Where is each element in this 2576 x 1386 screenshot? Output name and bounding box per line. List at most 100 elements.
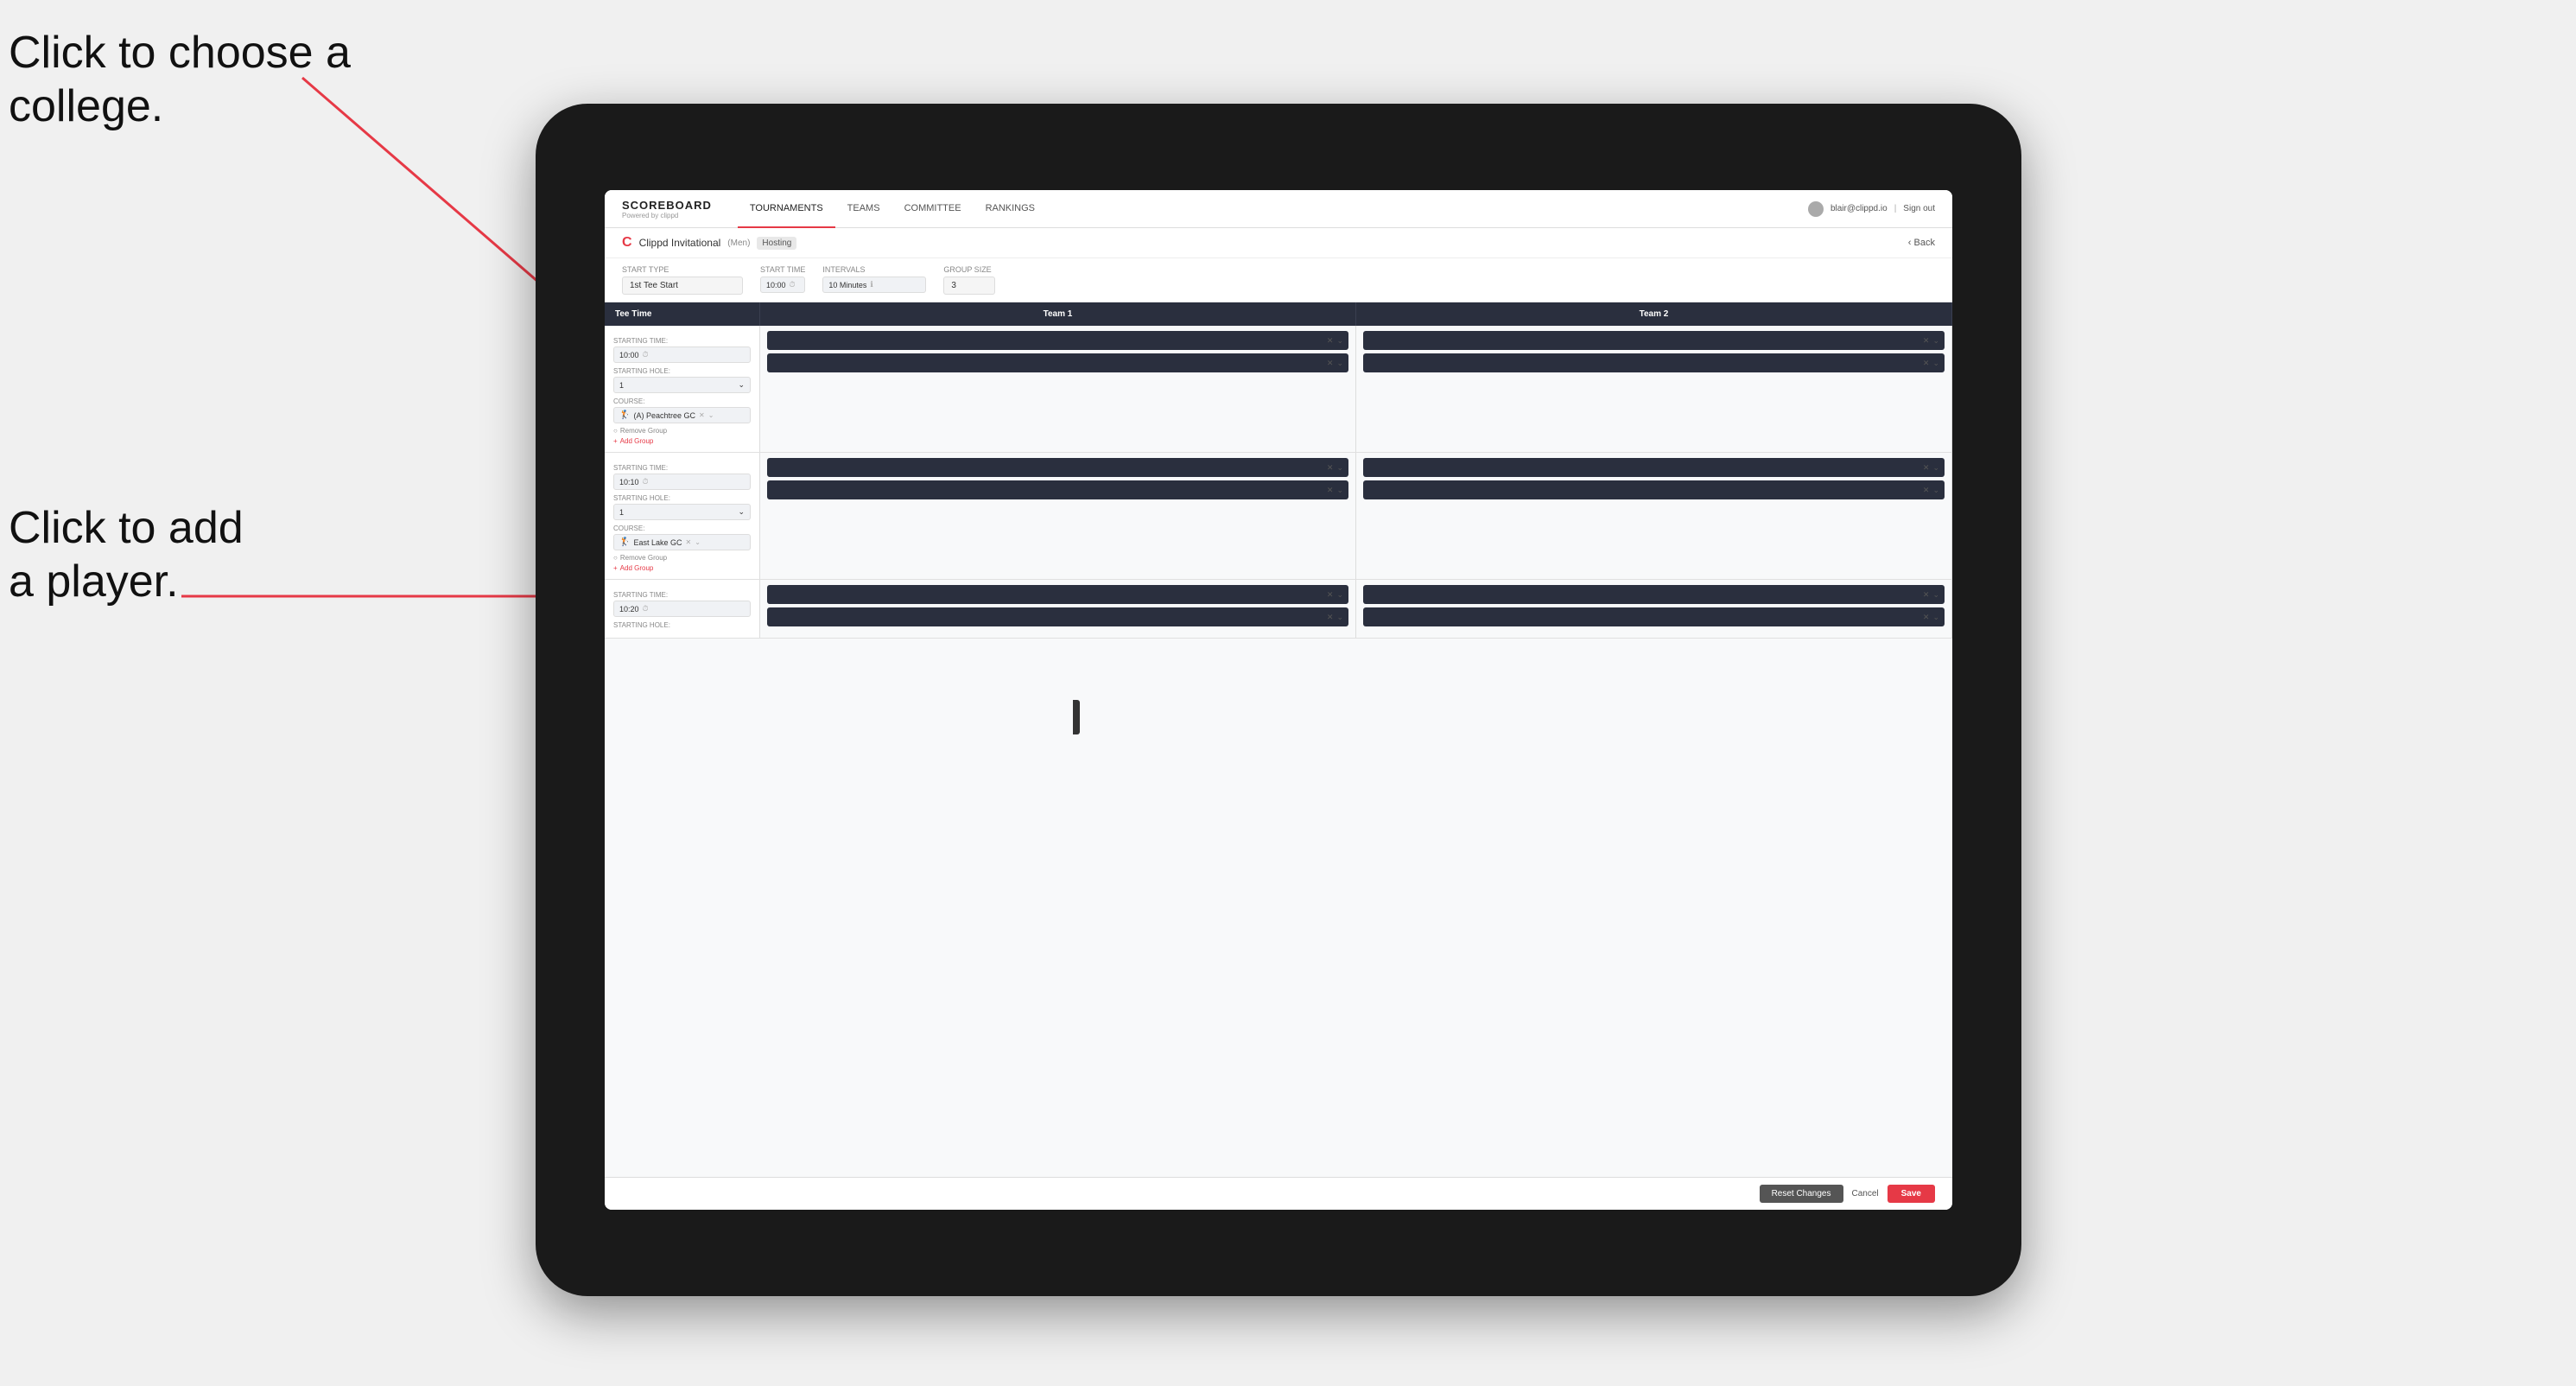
hosting-badge: Hosting bbox=[757, 237, 796, 250]
starting-time-1[interactable]: 10:00 ⏱ bbox=[613, 346, 751, 363]
intervals-input[interactable]: 10 Minutes ℹ bbox=[822, 277, 926, 293]
close-icon-2[interactable]: ✕ bbox=[1327, 359, 1334, 368]
start-type-select[interactable]: 1st Tee Start bbox=[622, 277, 743, 295]
starting-time-label-1: STARTING TIME: bbox=[613, 337, 751, 345]
player-slot-1-1[interactable]: ✕ ⌄ bbox=[767, 331, 1348, 350]
group-left-2: STARTING TIME: 10:10 ⏱ STARTING HOLE: 1 … bbox=[605, 453, 760, 579]
player-slot-2-2[interactable]: ✕ ⌄ bbox=[1363, 353, 1945, 372]
remove-group-2[interactable]: ○ Remove Group bbox=[613, 554, 751, 562]
tablet-screen: SCOREBOARD Powered by clippd TOURNAMENTS… bbox=[605, 190, 1952, 1210]
nav-links: TOURNAMENTS TEAMS COMMITTEE RANKINGS bbox=[738, 190, 1808, 228]
course-tag-2[interactable]: 🏌 East Lake GC ✕ ⌄ bbox=[613, 534, 751, 550]
table-header: Tee Time Team 1 Team 2 bbox=[605, 302, 1952, 326]
group-row-2: STARTING TIME: 10:10 ⏱ STARTING HOLE: 1 … bbox=[605, 453, 1952, 580]
annotation-choose-college: Click to choose a college. bbox=[9, 26, 351, 134]
expand-icon-2[interactable]: ⌄ bbox=[1336, 359, 1343, 368]
control-intervals: Intervals 10 Minutes ℹ bbox=[822, 265, 926, 295]
expand-icon-4[interactable]: ⌄ bbox=[1932, 359, 1939, 368]
col-tee-time: Tee Time bbox=[605, 302, 760, 326]
sub-header: C Clippd Invitational (Men) Hosting ‹ Ba… bbox=[605, 228, 1952, 258]
control-start-type: Start Type 1st Tee Start bbox=[622, 265, 743, 295]
player-slot-2-1[interactable]: ✕ ⌄ bbox=[1363, 331, 1945, 350]
tournament-name: Clippd Invitational bbox=[639, 237, 721, 249]
reset-button[interactable]: Reset Changes bbox=[1760, 1185, 1843, 1203]
start-time-label: Start Time bbox=[760, 265, 805, 274]
interval-icon: ℹ bbox=[870, 280, 872, 289]
player-slot-1-2[interactable]: ✕ ⌄ bbox=[767, 353, 1348, 372]
player-slot-6-1[interactable]: ✕ ⌄ bbox=[1363, 585, 1945, 604]
course-remove-x-1[interactable]: ✕ bbox=[699, 411, 705, 419]
main-content: Tee Time Team 1 Team 2 STARTING TIME: 10… bbox=[605, 302, 1952, 1177]
player-slot-3-1[interactable]: ✕ ⌄ bbox=[767, 458, 1348, 477]
starting-time-label-2: STARTING TIME: bbox=[613, 464, 751, 472]
add-group-1[interactable]: + Add Group bbox=[613, 437, 751, 445]
team2-group3: ✕ ⌄ ✕ ⌄ bbox=[1356, 580, 1952, 638]
expand-icon[interactable]: ⌄ bbox=[1336, 336, 1343, 346]
time-icon-1: ⏱ bbox=[643, 350, 649, 359]
clippd-icon: C bbox=[622, 235, 632, 251]
cancel-button[interactable]: Cancel bbox=[1852, 1189, 1879, 1198]
group-row-3: STARTING TIME: 10:20 ⏱ STARTING HOLE: ✕ … bbox=[605, 580, 1952, 639]
course-icon-1: 🏌 bbox=[619, 410, 630, 420]
time-icon-2: ⏱ bbox=[643, 477, 649, 486]
nav-right: blair@clippd.io | Sign out bbox=[1808, 201, 1935, 217]
expand-icon-3[interactable]: ⌄ bbox=[1932, 336, 1939, 346]
close-icon-4[interactable]: ✕ bbox=[1923, 359, 1930, 368]
back-button[interactable]: ‹ Back bbox=[1908, 238, 1935, 248]
brand-subtitle: Powered by clippd bbox=[622, 212, 712, 219]
group-size-label: Group Size bbox=[943, 265, 995, 274]
player-slot-4-2[interactable]: ✕ ⌄ bbox=[1363, 480, 1945, 499]
starting-hole-2[interactable]: 1 ⌄ bbox=[613, 504, 751, 520]
starting-hole-label-2: STARTING HOLE: bbox=[613, 494, 751, 502]
tournament-gender: (Men) bbox=[727, 238, 750, 248]
controls-row: Start Type 1st Tee Start Start Time 10:0… bbox=[605, 258, 1952, 302]
course-tag-1[interactable]: 🏌 (A) Peachtree GC ✕ ⌄ bbox=[613, 407, 751, 423]
starting-hole-label-1: STARTING HOLE: bbox=[613, 367, 751, 375]
team1-group2: ✕ ⌄ ✕ ⌄ bbox=[760, 453, 1356, 579]
footer-bar: Reset Changes Cancel Save bbox=[605, 1177, 1952, 1210]
time-icon-3: ⏱ bbox=[643, 604, 649, 614]
clock-icon: ⏱ bbox=[790, 280, 796, 289]
player-slot-5-2[interactable]: ✕ ⌄ bbox=[767, 607, 1348, 626]
brand: SCOREBOARD Powered by clippd bbox=[622, 199, 712, 219]
team2-group1: ✕ ⌄ ✕ ⌄ bbox=[1356, 326, 1952, 452]
control-start-time: Start Time 10:00 ⏱ bbox=[760, 265, 805, 295]
nav-link-teams[interactable]: TEAMS bbox=[835, 190, 892, 228]
starting-hole-1[interactable]: 1 ⌄ bbox=[613, 377, 751, 393]
starting-time-3[interactable]: 10:20 ⏱ bbox=[613, 601, 751, 617]
course-label-1: COURSE: bbox=[613, 397, 751, 405]
start-time-input[interactable]: 10:00 ⏱ bbox=[760, 277, 805, 293]
close-icon-3[interactable]: ✕ bbox=[1923, 336, 1930, 346]
course-expand-2[interactable]: ⌄ bbox=[695, 538, 701, 546]
team1-group3: ✕ ⌄ ✕ ⌄ bbox=[760, 580, 1356, 638]
control-group-size: Group Size 3 bbox=[943, 265, 995, 295]
close-icon[interactable]: ✕ bbox=[1327, 336, 1334, 346]
remove-group-1[interactable]: ○ Remove Group bbox=[613, 427, 751, 435]
starting-time-2[interactable]: 10:10 ⏱ bbox=[613, 474, 751, 490]
starting-time-label-3: STARTING TIME: bbox=[613, 591, 751, 599]
annotation-add-player: Click to add a player. bbox=[9, 501, 244, 609]
side-button bbox=[1073, 700, 1080, 734]
start-type-label: Start Type bbox=[622, 265, 743, 274]
intervals-label: Intervals bbox=[822, 265, 926, 274]
player-slot-6-2[interactable]: ✕ ⌄ bbox=[1363, 607, 1945, 626]
player-slot-5-1[interactable]: ✕ ⌄ bbox=[767, 585, 1348, 604]
course-remove-x-2[interactable]: ✕ bbox=[685, 538, 691, 546]
team2-group2: ✕ ⌄ ✕ ⌄ bbox=[1356, 453, 1952, 579]
nav-link-tournaments[interactable]: TOURNAMENTS bbox=[738, 190, 835, 228]
nav-link-rankings[interactable]: RANKINGS bbox=[974, 190, 1047, 228]
team1-group1: ✕ ⌄ ✕ ⌄ bbox=[760, 326, 1356, 452]
course-expand-1[interactable]: ⌄ bbox=[708, 411, 714, 419]
nav-bar: SCOREBOARD Powered by clippd TOURNAMENTS… bbox=[605, 190, 1952, 228]
sign-out-link[interactable]: Sign out bbox=[1903, 204, 1935, 213]
player-slot-4-1[interactable]: ✕ ⌄ bbox=[1363, 458, 1945, 477]
player-slot-3-2[interactable]: ✕ ⌄ bbox=[767, 480, 1348, 499]
save-button[interactable]: Save bbox=[1888, 1185, 1935, 1203]
nav-link-committee[interactable]: COMMITTEE bbox=[892, 190, 974, 228]
col-team1: Team 1 bbox=[760, 302, 1356, 326]
starting-hole-label-3: STARTING HOLE: bbox=[613, 621, 751, 629]
course-label-2: COURSE: bbox=[613, 525, 751, 532]
group-size-select[interactable]: 3 bbox=[943, 277, 995, 295]
add-group-2[interactable]: + Add Group bbox=[613, 564, 751, 572]
tournament-title: C Clippd Invitational (Men) Hosting bbox=[622, 235, 796, 251]
